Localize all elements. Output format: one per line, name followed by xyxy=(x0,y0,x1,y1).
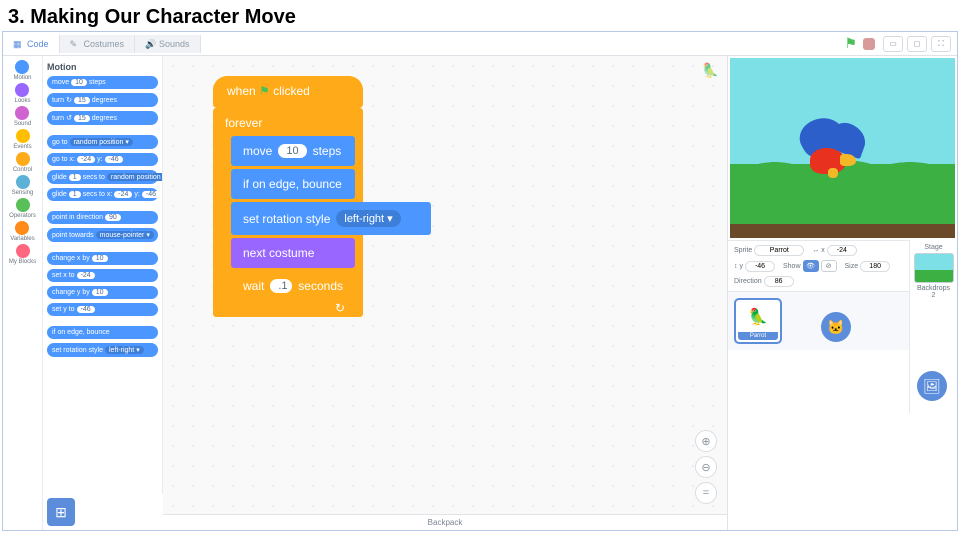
size-label: Size xyxy=(845,263,859,270)
sprite-name-input[interactable] xyxy=(754,245,804,256)
page-title: 3. Making Our Character Move xyxy=(0,0,960,31)
block-palette: Motion move10steps turn↻15degrees turn↺1… xyxy=(43,56,163,494)
sprite-card-parrot[interactable]: 🦜 Parrot xyxy=(734,298,782,344)
category-control[interactable]: Control xyxy=(13,152,32,173)
category-variables[interactable]: Variables xyxy=(10,221,35,242)
sprite-card-name: Parrot xyxy=(738,332,778,340)
code-icon: ▦ xyxy=(13,39,23,49)
parrot-sprite xyxy=(790,118,870,188)
tab-costumes[interactable]: ✎ Costumes xyxy=(60,35,136,53)
add-sprite-button[interactable]: 🐱 xyxy=(821,312,851,342)
forever-label: forever xyxy=(221,114,355,136)
show-hidden-button[interactable]: ⊘ xyxy=(821,260,837,272)
palette-heading: Motion xyxy=(47,62,158,72)
block-glide-random[interactable]: glide1secs torandom position ▾ xyxy=(47,170,158,184)
block-point-direction[interactable]: point in direction90 xyxy=(47,211,158,224)
sprite-info-panel: Sprite ↔x ↕y Show👁⊘ Size Direction xyxy=(728,240,909,292)
scratch-editor: ▦ Code ✎ Costumes 🔊 Sounds ⚑ ▭ ◻ ⛶ Motion Lo… xyxy=(2,31,958,531)
tab-sounds-label: Sounds xyxy=(159,39,190,49)
show-visible-button[interactable]: 👁 xyxy=(803,260,819,272)
y-icon: ↕ xyxy=(734,263,738,270)
sounds-icon: 🔊 xyxy=(145,39,155,49)
add-backdrop-button[interactable]: 🖼 xyxy=(917,371,947,401)
block-point-towards[interactable]: point towardsmouse-pointer ▾ xyxy=(47,228,158,242)
fullscreen-button[interactable]: ⛶ xyxy=(931,36,951,52)
zoom-reset-button[interactable]: = xyxy=(695,482,717,504)
category-sound[interactable]: Sound xyxy=(14,106,31,127)
script-stack[interactable]: when ⚑ clicked forever move10steps if on… xyxy=(213,76,363,317)
block-edge-bounce-used[interactable]: if on edge, bounce xyxy=(231,169,355,199)
large-stage-button[interactable]: ◻ xyxy=(907,36,927,52)
block-set-y[interactable]: set y to-46 xyxy=(47,303,158,316)
block-turn-cw[interactable]: turn↻15degrees xyxy=(47,93,158,107)
tab-code-label: Code xyxy=(27,39,49,49)
show-label: Show xyxy=(783,263,801,270)
block-glide-xy[interactable]: glide1secs to x:-24y:-46 xyxy=(47,188,158,201)
block-move[interactable]: move10steps xyxy=(231,136,355,166)
tab-code[interactable]: ▦ Code xyxy=(3,35,60,53)
stage-preview xyxy=(730,58,955,238)
block-when-flag-clicked[interactable]: when ⚑ clicked xyxy=(213,76,363,108)
block-change-x[interactable]: change x by10 xyxy=(47,252,158,265)
category-sensing[interactable]: Sensing xyxy=(12,175,34,196)
green-flag-button[interactable]: ⚑ xyxy=(844,35,857,52)
category-my-blocks[interactable]: My Blocks xyxy=(9,244,36,265)
category-looks[interactable]: Looks xyxy=(14,83,30,104)
zoom-out-button[interactable]: ⊖ xyxy=(695,456,717,478)
x-icon: ↔ xyxy=(812,247,819,254)
backpack-panel[interactable]: Backpack xyxy=(163,514,727,530)
direction-label: Direction xyxy=(734,278,762,285)
stage-panel: Stage Backdrops 2 🖼 xyxy=(909,240,957,413)
category-motion[interactable]: Motion xyxy=(13,60,31,81)
sprite-x-input[interactable] xyxy=(827,245,857,256)
block-rotation-style[interactable]: set rotation styleleft-right ▾ xyxy=(47,343,158,357)
block-goto-random[interactable]: go torandom position ▾ xyxy=(47,135,158,149)
block-set-x[interactable]: set x to-24 xyxy=(47,269,158,282)
loop-arrow-icon: ↻ xyxy=(221,301,355,315)
category-operators[interactable]: Operators xyxy=(9,198,36,219)
stage-label: Stage xyxy=(914,244,953,251)
block-change-y[interactable]: change y by10 xyxy=(47,286,158,299)
block-turn-ccw[interactable]: turn↺15degrees xyxy=(47,111,158,125)
stage-thumbnail[interactable] xyxy=(914,253,954,283)
backdrops-count: 2 xyxy=(914,292,953,299)
category-events[interactable]: Events xyxy=(13,129,31,150)
block-forever[interactable]: forever move10steps if on edge, bounce s… xyxy=(213,108,363,317)
costumes-icon: ✎ xyxy=(70,39,80,49)
category-list: Motion Looks Sound Events Control SensingOper… xyxy=(3,56,43,530)
block-goto-xy[interactable]: go to x:-24y:-46 xyxy=(47,153,158,166)
block-set-rotation-used[interactable]: set rotation styleleft-right ▾ xyxy=(231,202,431,235)
block-move-steps[interactable]: move10steps xyxy=(47,76,158,89)
stop-button[interactable] xyxy=(863,38,875,50)
sprite-size-input[interactable] xyxy=(860,261,890,272)
sprite-thumbnail-icon: 🦜 xyxy=(702,62,719,79)
sprite-label: Sprite xyxy=(734,247,752,254)
sprite-y-input[interactable] xyxy=(745,261,775,272)
toolbar: ▦ Code ✎ Costumes 🔊 Sounds ⚑ ▭ ◻ ⛶ xyxy=(3,32,957,56)
script-canvas[interactable]: 🦜 when ⚑ clicked forever move10steps if … xyxy=(163,56,727,514)
tab-sounds[interactable]: 🔊 Sounds xyxy=(135,35,201,53)
sprite-list: 🦜 Parrot 🐱 xyxy=(728,292,909,350)
block-wait[interactable]: wait.1seconds xyxy=(231,271,355,301)
zoom-in-button[interactable]: ⊕ xyxy=(695,430,717,452)
block-next-costume[interactable]: next costume xyxy=(231,238,355,268)
backdrops-label: Backdrops xyxy=(914,285,953,292)
tab-costumes-label: Costumes xyxy=(84,39,125,49)
small-stage-button[interactable]: ▭ xyxy=(883,36,903,52)
sprite-direction-input[interactable] xyxy=(764,276,794,287)
add-extension-button[interactable]: ⊞ xyxy=(47,498,75,526)
block-edge-bounce[interactable]: if on edge, bounce xyxy=(47,326,158,339)
